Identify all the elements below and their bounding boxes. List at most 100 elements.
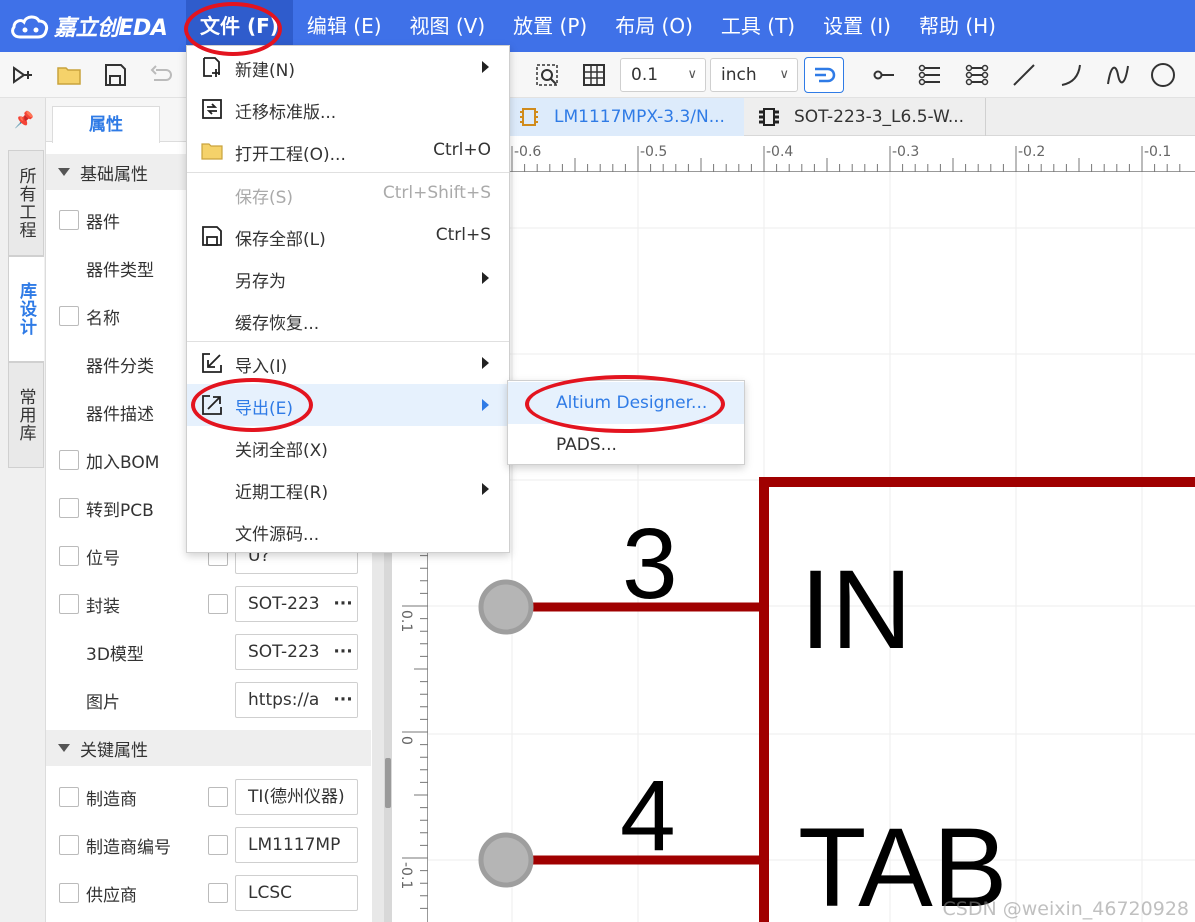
prop-label: 加入BOM xyxy=(86,453,160,473)
submenu-item-pads[interactable]: PADS... xyxy=(508,424,744,466)
submenu-item-altium-designer[interactable]: Altium Designer... xyxy=(508,382,744,424)
prop-label: 器件类型 xyxy=(86,261,154,281)
submenu-arrow-icon xyxy=(482,61,489,73)
menu-item-save[interactable]: 保存(S) Ctrl+Shift+S xyxy=(187,173,509,215)
menu-item-new[interactable]: 新建(N) xyxy=(187,46,509,88)
checkbox[interactable] xyxy=(59,546,79,566)
menu-item-save-as[interactable]: 另存为 xyxy=(187,257,509,299)
pin-4-end-marker[interactable] xyxy=(478,832,534,888)
vtab-library-design[interactable]: 库设计 xyxy=(8,256,44,362)
menu-help[interactable]: 帮助 (H) xyxy=(905,0,1010,52)
footprint-icon xyxy=(759,108,779,126)
prop-label: 供应商 xyxy=(86,886,137,906)
prop-row-manufacturer: 制造商 TI(德州仪器) xyxy=(46,773,371,821)
menu-item-open-project[interactable]: 打开工程(O)... Ctrl+O xyxy=(187,130,509,172)
arc-icon[interactable] xyxy=(1056,60,1086,90)
toolbar: 0.1 ∨ inch ∨ xyxy=(0,52,1195,98)
grid-size-select[interactable]: 0.1 ∨ xyxy=(620,58,706,92)
checkbox[interactable] xyxy=(59,883,79,903)
menu-item-import[interactable]: 导入(I) xyxy=(187,342,509,384)
menu-item-recent-projects[interactable]: 近期工程(R) xyxy=(187,468,509,510)
field-value: LCSC xyxy=(248,883,293,903)
schematic-symbol[interactable]: 3 IN 4 TAB xyxy=(392,136,1195,922)
left-vertical-tabs: 📌 所有工程 库设计 常用库 xyxy=(0,98,46,922)
schematic-canvas[interactable]: -0.6 -0.5 -0.4 -0.3 -0.2 -0.1 0.1 0 -0.1 xyxy=(392,136,1195,922)
menu-settings[interactable]: 设置 (I) xyxy=(809,0,905,52)
footprint-field[interactable]: SOT-223 ··· xyxy=(235,586,358,622)
pin-3-name: IN xyxy=(800,547,912,672)
section-title: 关键属性 xyxy=(80,740,148,761)
checkbox[interactable] xyxy=(59,594,79,614)
save-icon[interactable] xyxy=(100,60,130,90)
tab-symbol-document[interactable]: LM1117MPX-3.3/N... xyxy=(504,98,744,136)
prop-label: 位号 xyxy=(86,549,120,569)
vtab-all-projects[interactable]: 所有工程 xyxy=(8,150,44,256)
manufacturer-field[interactable]: TI(德州仪器) xyxy=(235,779,358,815)
field-value: LM1117MP xyxy=(248,835,341,855)
pin-matrix-icon[interactable] xyxy=(962,60,992,90)
watermark-text: CSDN @weixin_46720928 xyxy=(942,898,1190,920)
prop-label: 图片 xyxy=(86,693,120,713)
pin-panel-icon[interactable]: 📌 xyxy=(14,110,34,129)
image-field[interactable]: https://a ··· xyxy=(235,682,358,718)
line-icon[interactable] xyxy=(1009,60,1039,90)
checkbox[interactable] xyxy=(59,498,79,518)
more-icon[interactable]: ··· xyxy=(329,683,357,717)
checkbox[interactable] xyxy=(59,306,79,326)
checkbox[interactable] xyxy=(208,835,228,855)
app-window: 嘉立创EDA 文件 (F) 编辑 (E) 视图 (V) 放置 (P) 布局 (O… xyxy=(0,0,1195,922)
section-key-properties[interactable]: 关键属性 xyxy=(46,730,371,766)
submenu-arrow-icon xyxy=(482,483,489,495)
export-submenu: Altium Designer... PADS... xyxy=(507,380,745,465)
pin-list-icon[interactable] xyxy=(915,60,945,90)
prop-label: 器件 xyxy=(86,213,120,233)
splitter-handle[interactable] xyxy=(385,758,391,808)
unit-select[interactable]: inch ∨ xyxy=(710,58,798,92)
pin-tool-icon[interactable] xyxy=(8,60,38,90)
tab-footprint-document[interactable]: SOT-223-3_L6.5-W... xyxy=(744,98,986,136)
more-icon[interactable]: ··· xyxy=(329,635,357,669)
menu-layout[interactable]: 布局 (O) xyxy=(601,0,707,52)
menu-item-export[interactable]: 导出(E) xyxy=(187,384,509,426)
pin-3-end-marker[interactable] xyxy=(478,579,534,635)
wire-route-icon[interactable] xyxy=(804,57,844,93)
checkbox[interactable] xyxy=(59,450,79,470)
checkbox[interactable] xyxy=(208,883,228,903)
menu-item-shortcut: Ctrl+Shift+S xyxy=(382,183,491,203)
menu-item-migrate[interactable]: 迁移标准版... xyxy=(187,88,509,130)
menu-item-label: 文件源码... xyxy=(235,525,320,545)
menu-item-label: 导出(E) xyxy=(235,399,294,419)
3d-model-field[interactable]: SOT-223 ··· xyxy=(235,634,358,670)
prop-label: 制造商 xyxy=(86,790,137,810)
chevron-down-icon: ∨ xyxy=(687,67,697,82)
open-folder-icon[interactable] xyxy=(54,60,84,90)
menu-item-shortcut: Ctrl+O xyxy=(433,140,491,160)
chevron-down-icon: ∨ xyxy=(779,67,789,82)
more-icon[interactable]: ··· xyxy=(329,587,357,621)
menu-item-label: 另存为 xyxy=(235,272,286,292)
menu-item-cache-restore[interactable]: 缓存恢复... xyxy=(187,299,509,341)
undo-icon[interactable] xyxy=(146,60,176,90)
bezier-icon[interactable] xyxy=(1103,60,1133,90)
checkbox[interactable] xyxy=(59,835,79,855)
menu-item-close-all[interactable]: 关闭全部(X) xyxy=(187,426,509,468)
grid-icon[interactable] xyxy=(579,60,609,90)
vtab-common-library[interactable]: 常用库 xyxy=(8,362,44,468)
menu-item-label: 近期工程(R) xyxy=(235,483,329,503)
menu-item-label: 保存(S) xyxy=(235,188,294,208)
pin-icon[interactable] xyxy=(868,60,898,90)
checkbox[interactable] xyxy=(208,594,228,614)
menu-tools[interactable]: 工具 (T) xyxy=(707,0,809,52)
menu-item-file-source[interactable]: 文件源码... xyxy=(187,510,509,552)
checkbox[interactable] xyxy=(59,210,79,230)
checkbox[interactable] xyxy=(208,787,228,807)
menu-item-save-all[interactable]: 保存全部(L) Ctrl+S xyxy=(187,215,509,257)
checkbox[interactable] xyxy=(59,787,79,807)
menu-place[interactable]: 放置 (P) xyxy=(499,0,601,52)
tab-properties[interactable]: 属性 xyxy=(52,106,160,143)
zoom-fit-icon[interactable] xyxy=(532,60,562,90)
supplier-field[interactable]: LCSC xyxy=(235,875,358,911)
prop-row-3d-model: 3D模型 SOT-223 ··· xyxy=(46,628,371,676)
manufacturer-part-field[interactable]: LM1117MP xyxy=(235,827,358,863)
circle-icon[interactable] xyxy=(1148,60,1178,90)
